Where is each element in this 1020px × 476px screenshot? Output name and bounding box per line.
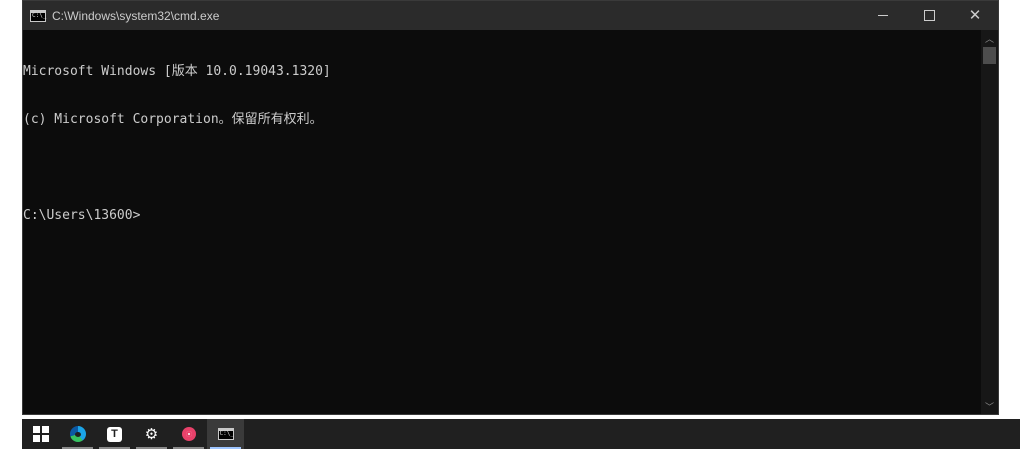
gear-icon: ⚙	[144, 424, 159, 443]
cmd-app-icon	[30, 9, 46, 22]
record-icon	[181, 427, 196, 441]
typora-icon: T	[107, 426, 122, 442]
command-prompt[interactable]: C:\Users\13600>	[23, 208, 982, 224]
taskbar-item-settings[interactable]: ⚙	[133, 419, 170, 449]
taskbar-item-typora[interactable]: T	[96, 419, 133, 449]
console-line: (c) Microsoft Corporation。保留所有权利。	[23, 112, 323, 127]
minimize-button[interactable]	[860, 1, 906, 30]
scroll-up-arrow-icon[interactable]: ︿	[981, 30, 998, 46]
taskbar-item-edge[interactable]	[59, 419, 96, 449]
maximize-button[interactable]	[906, 1, 952, 30]
window-title: C:\Windows\system32\cmd.exe	[52, 8, 220, 23]
close-button[interactable]: ✕	[952, 1, 998, 30]
start-button[interactable]	[22, 419, 59, 449]
title-bar[interactable]: C:\Windows\system32\cmd.exe ✕	[23, 1, 998, 30]
taskbar: T ⚙	[22, 419, 1020, 449]
console-line: Microsoft Windows [版本 10.0.19043.1320]	[23, 64, 331, 79]
cmd-window[interactable]: C:\Windows\system32\cmd.exe ✕ Microsoft …	[22, 0, 999, 415]
console-output[interactable]: Microsoft Windows [版本 10.0.19043.1320] (…	[23, 30, 982, 414]
cmd-icon	[217, 428, 234, 440]
edge-browser-icon	[69, 426, 86, 442]
vertical-scrollbar[interactable]: ︿ ﹀	[981, 30, 998, 414]
scroll-down-arrow-icon[interactable]: ﹀	[981, 398, 998, 414]
taskbar-item-cmd[interactable]	[207, 419, 244, 449]
windows-logo-icon	[32, 426, 49, 442]
scrollbar-thumb[interactable]	[983, 47, 996, 64]
taskbar-item-screen-recorder[interactable]	[170, 419, 207, 449]
